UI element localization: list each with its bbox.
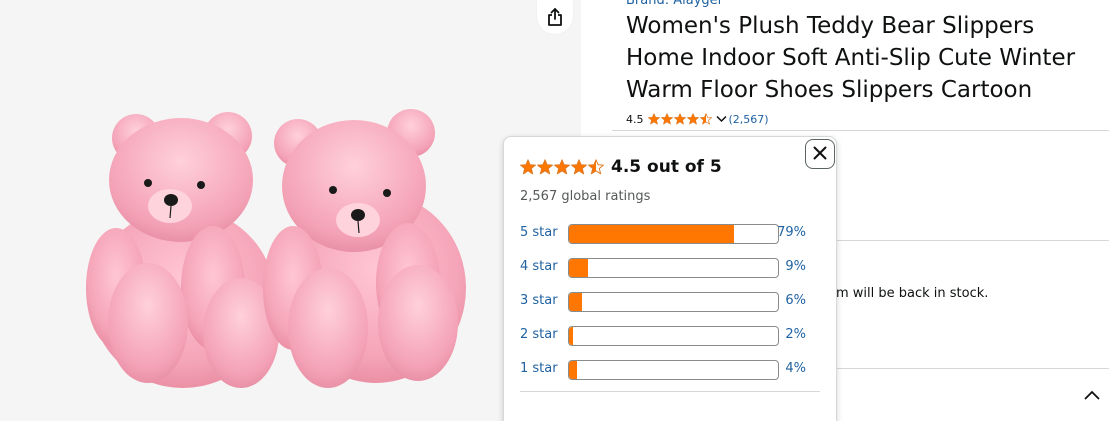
histogram-row[interactable]: 2 star 2% <box>520 325 822 359</box>
rating-histogram: 5 star 79% 4 star 9% 3 star 6% 2 star 2% 1 star 4… <box>520 223 822 393</box>
product-title: Women's Plush Teddy Bear Slippers Home I… <box>626 13 1076 103</box>
histogram-bar[interactable] <box>568 224 779 244</box>
rating-count-link[interactable]: (2,567) <box>729 113 769 126</box>
histogram-bar-fill <box>569 259 588 277</box>
histogram-bar[interactable] <box>568 258 779 278</box>
histogram-row[interactable]: 4 star 9% <box>520 257 822 291</box>
histogram-bar[interactable] <box>568 292 779 312</box>
histogram-bar-fill <box>569 225 735 243</box>
histogram-percent[interactable]: 2% <box>785 327 806 342</box>
histogram-row[interactable]: 5 star 79% <box>520 223 822 257</box>
histogram-percent[interactable]: 6% <box>785 293 806 308</box>
histogram-star-label[interactable]: 2 star <box>520 327 558 342</box>
histogram-row[interactable]: 3 star 6% <box>520 291 822 325</box>
rating-out-of: 4.5 out of 5 <box>611 157 722 177</box>
product-page: Brand: Alaygel Women's Plush Teddy Bear … <box>0 0 1109 421</box>
chevron-up-icon <box>1084 385 1100 404</box>
rating-popover: 4.5 out of 5 2,567 global ratings 5 star… <box>503 136 837 421</box>
star-rating-icon <box>520 159 605 175</box>
rating-value: 4.5 <box>626 112 644 126</box>
histogram-percent[interactable]: 79% <box>777 225 806 240</box>
star-rating-icon[interactable] <box>647 113 713 125</box>
availability-text: m will be back in stock. <box>836 286 989 301</box>
histogram-row[interactable]: 1 star 4% <box>520 359 822 393</box>
rating-summary[interactable]: 4.5 (2,567) <box>626 110 769 128</box>
histogram-star-label[interactable]: 1 star <box>520 361 558 376</box>
brand-link[interactable]: Brand: Alaygel <box>626 0 721 8</box>
pink-teddy-bear-slippers-image[interactable] <box>78 108 478 398</box>
histogram-star-label[interactable]: 5 star <box>520 225 558 240</box>
close-icon <box>813 145 827 164</box>
histogram-star-label[interactable]: 4 star <box>520 259 558 274</box>
collapse-button[interactable] <box>1082 384 1102 404</box>
histogram-bar[interactable] <box>568 326 779 346</box>
global-ratings-count: 2,567 global ratings <box>520 189 651 204</box>
close-button[interactable] <box>805 139 835 169</box>
divider <box>520 391 820 392</box>
histogram-bar-fill <box>569 293 582 311</box>
histogram-percent[interactable]: 4% <box>785 361 806 376</box>
chevron-down-icon[interactable] <box>715 115 727 123</box>
popover-header: 4.5 out of 5 <box>520 157 722 177</box>
divider <box>835 368 1109 369</box>
divider <box>612 130 1109 131</box>
histogram-percent[interactable]: 9% <box>785 259 806 274</box>
histogram-bar-fill <box>569 361 578 379</box>
divider <box>835 240 1109 241</box>
product-image-panel <box>0 0 581 421</box>
histogram-bar[interactable] <box>568 360 779 380</box>
histogram-bar-fill <box>569 327 574 345</box>
histogram-star-label[interactable]: 3 star <box>520 293 558 308</box>
share-button[interactable] <box>537 0 573 34</box>
share-icon <box>546 7 564 27</box>
